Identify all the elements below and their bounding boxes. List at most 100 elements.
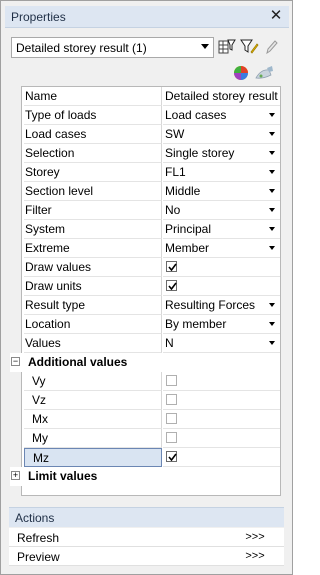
checkbox-unchecked[interactable] [166,413,177,424]
property-value[interactable]: By member [163,315,280,334]
property-name: Filter [24,201,162,220]
property-row-section-level[interactable]: Section level Middle [22,182,280,201]
property-value[interactable] [163,429,280,448]
property-value[interactable] [163,372,280,391]
property-name: Result type [24,296,162,315]
additional-row-mz[interactable]: Mz [22,448,280,467]
properties-panel: Properties ✕ Detailed storey result (1) [0,0,293,575]
chevron-down-icon[interactable] [267,146,278,160]
chevron-down-icon[interactable] [267,241,278,255]
pencil-icon[interactable] [261,37,281,57]
property-value-text: No [165,203,181,217]
category-label: Additional values [28,355,128,369]
chevron-down-icon[interactable] [267,203,278,217]
property-row-storey[interactable]: Storey FL1 [22,163,280,182]
property-value[interactable]: Detailed storey result [163,87,280,106]
property-row-type-of-loads[interactable]: Type of loads Load cases [22,106,280,125]
color-palette-icon[interactable] [231,63,251,83]
property-row-selection[interactable]: Selection Single storey [22,144,280,163]
property-name: Load cases [24,125,162,144]
collapse-toggle-icon[interactable]: − [11,357,20,366]
property-value[interactable]: Single storey [163,144,280,163]
property-value[interactable] [163,258,280,277]
property-name: My [24,429,162,448]
property-value-text: N [165,336,174,350]
secondary-toolbar [229,63,279,83]
action-label: Refresh [17,531,60,545]
property-name: Selection [24,144,162,163]
chevron-down-icon[interactable] [267,184,278,198]
property-value[interactable]: Member [163,239,280,258]
property-row-filter[interactable]: Filter No [22,201,280,220]
property-value-text: Member [165,241,210,255]
chevron-down-icon[interactable] [267,298,278,312]
chevron-down-icon[interactable] [267,165,278,179]
property-value[interactable] [163,391,280,410]
property-value-text: Detailed storey result [165,89,278,103]
checkbox-checked[interactable] [166,280,177,291]
action-preview[interactable]: Preview >>> [9,547,284,566]
property-row-system[interactable]: System Principal [22,220,280,239]
property-name: Vz [24,391,162,410]
checkbox-unchecked[interactable] [166,375,177,386]
property-name: System [24,220,162,239]
panel-title: Properties [11,10,66,24]
property-name: Mz [24,448,162,467]
chevron-down-icon[interactable] [267,127,278,141]
additional-row-my[interactable]: My [22,429,280,448]
result-combo-value: Detailed storey result (1) [16,41,147,55]
chevron-down-icon[interactable] [267,108,278,122]
table-filter-icon[interactable] [217,37,237,57]
checkbox-unchecked[interactable] [166,394,177,405]
paint-brush-icon[interactable] [253,63,275,83]
property-name: Location [24,315,162,334]
additional-row-vy[interactable]: Vy [22,372,280,391]
property-value[interactable]: FL1 [163,163,280,182]
property-value[interactable]: SW [163,125,280,144]
action-label: Preview [17,550,60,564]
checkbox-checked[interactable] [166,451,177,462]
close-icon[interactable]: ✕ [268,8,284,24]
preview-button[interactable]: >>> [234,548,276,564]
property-name: Storey [24,163,162,182]
chevron-down-icon[interactable] [267,317,278,331]
checkbox-unchecked[interactable] [166,432,177,443]
property-row-location[interactable]: Location By member [22,315,280,334]
additional-row-vz[interactable]: Vz [22,391,280,410]
chevron-down-icon[interactable] [267,336,278,350]
property-value[interactable] [163,277,280,296]
property-value[interactable]: Load cases [163,106,280,125]
property-row-draw-units[interactable]: Draw units [22,277,280,296]
result-combo[interactable]: Detailed storey result (1) [11,37,214,58]
property-value-text: Resulting Forces [165,298,256,312]
funnel-edit-icon[interactable] [239,37,259,57]
expand-toggle-icon[interactable]: + [11,471,20,480]
property-row-draw-values[interactable]: Draw values [22,258,280,277]
property-name: Draw units [24,277,162,296]
property-value[interactable]: No [163,201,280,220]
category-additional-values[interactable]: − Additional values [10,353,280,372]
property-name: Mx [24,410,162,429]
property-row-values[interactable]: Values N [22,334,280,353]
refresh-button[interactable]: >>> [234,529,276,545]
chevron-down-icon[interactable] [267,222,278,236]
property-name: Draw values [24,258,162,277]
property-value[interactable]: Principal [163,220,280,239]
property-name: Name [24,87,162,106]
property-row-extreme[interactable]: Extreme Member [22,239,280,258]
additional-row-mx[interactable]: Mx [22,410,280,429]
checkbox-checked[interactable] [166,261,177,272]
property-row-result-type[interactable]: Result type Resulting Forces [22,296,280,315]
property-row-name[interactable]: Name Detailed storey result [22,87,280,106]
property-value[interactable] [163,448,280,467]
category-limit-values[interactable]: + Limit values [10,467,280,486]
property-value-text: SW [165,127,185,141]
property-row-load-cases[interactable]: Load cases SW [22,125,280,144]
property-grid: Name Detailed storey result Type of loads L… [10,86,281,496]
property-value[interactable]: N [163,334,280,353]
property-value[interactable]: Middle [163,182,280,201]
property-value[interactable]: Resulting Forces [163,296,280,315]
property-name: Section level [24,182,162,201]
action-refresh[interactable]: Refresh >>> [9,528,284,547]
property-value[interactable] [163,410,280,429]
